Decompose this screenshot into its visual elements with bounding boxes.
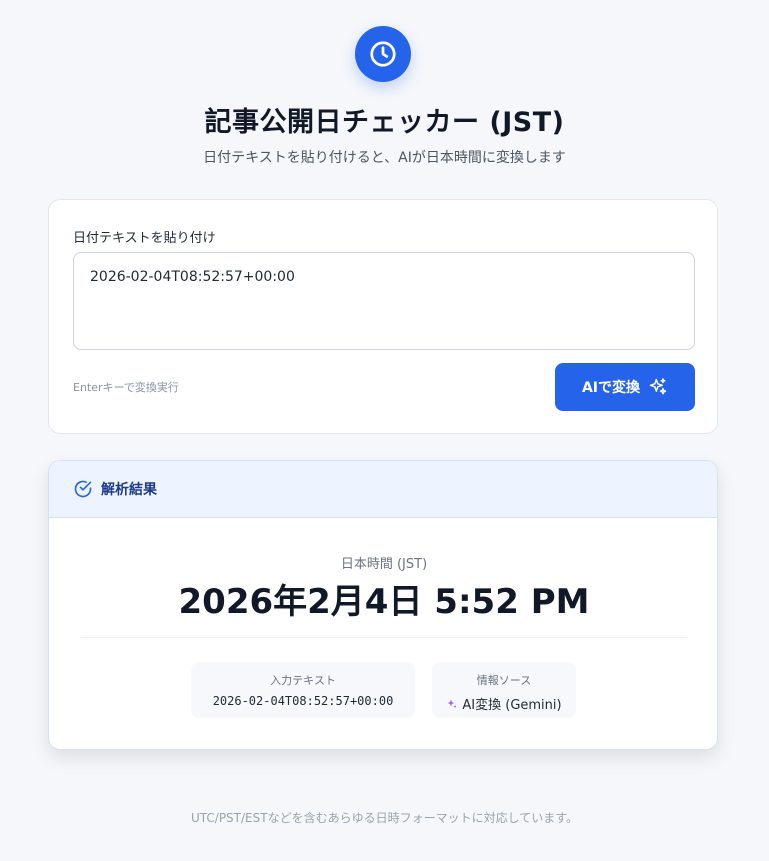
convert-button-label: AIで変換 — [581, 380, 641, 396]
source-value-row: AI変換 (Gemini) — [432, 694, 576, 713]
ai-convert-button[interactable]: AIで変換 — [555, 363, 695, 411]
check-circle-icon — [74, 480, 92, 498]
result-card: 解析結果 日本時間 (JST) 2026年2月4日 5:52 PM 入力テキスト… — [48, 460, 718, 750]
clock-icon — [370, 41, 396, 67]
sparkles-icon — [649, 378, 667, 395]
divider — [81, 637, 687, 638]
result-header: 解析結果 — [49, 461, 717, 518]
source-label: 情報ソース — [476, 674, 532, 687]
page-title: 記事公開日チェッカー (JST) — [204, 107, 565, 138]
date-text-input[interactable]: 2026-02-04T08:52:57+00:00 — [73, 252, 695, 350]
input-text-value: 2026-02-04T08:52:57+00:00 — [212, 694, 394, 708]
app-logo — [355, 26, 411, 82]
jst-label: 日本時間 (JST) — [340, 557, 428, 572]
footer-note: UTC/PST/ESTなどを含むあらゆる日時フォーマットに対応しています。 — [190, 811, 579, 825]
source-box: 情報ソース AI変換 (Gemini) — [432, 662, 576, 718]
input-label: 日付テキストを貼り付け — [73, 231, 216, 246]
result-header-label: 解析結果 — [101, 482, 157, 498]
sparkles-icon — [447, 699, 457, 708]
input-text-label: 入力テキスト — [270, 674, 336, 687]
jst-datetime: 2026年2月4日 5:52 PM — [178, 582, 590, 622]
enter-hint: Enterキーで変換実行 — [73, 381, 179, 394]
input-card: 日付テキストを貼り付け 2026-02-04T08:52:57+00:00 En… — [48, 199, 718, 434]
input-text-box: 入力テキスト 2026-02-04T08:52:57+00:00 — [191, 662, 415, 718]
page-subtitle: 日付テキストを貼り付けると、AIが日本時間に変換します — [203, 150, 566, 166]
source-value: AI変換 (Gemini) — [462, 698, 562, 713]
